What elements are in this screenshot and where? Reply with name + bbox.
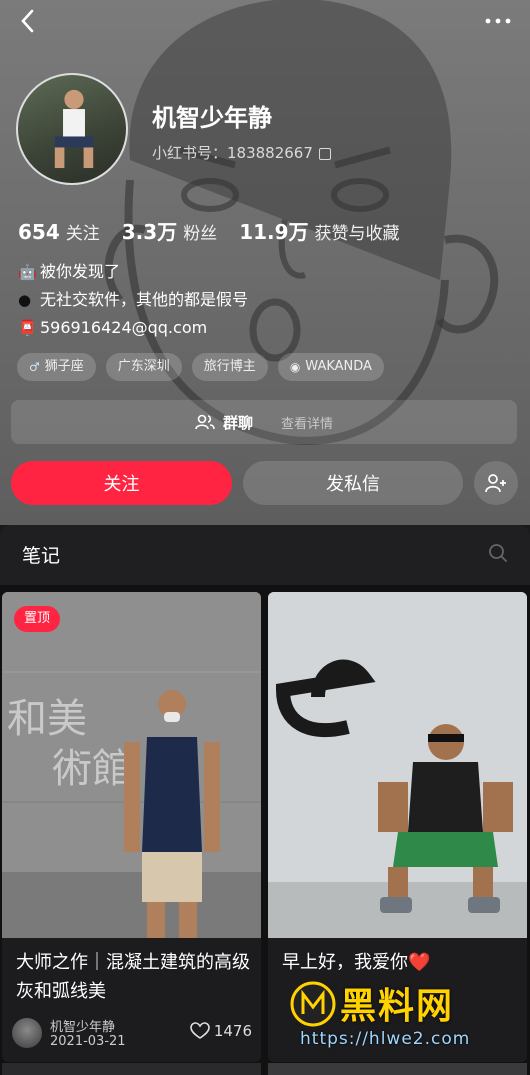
back-button[interactable]: [14, 6, 44, 36]
school-icon: ◉: [289, 360, 301, 374]
red-id-text: 小红书号：183882667: [152, 144, 313, 162]
robot-icon: 🤖: [18, 263, 37, 281]
message-button[interactable]: 发私信: [243, 461, 463, 505]
copy-icon[interactable]: [318, 147, 331, 160]
avatar[interactable]: [16, 73, 128, 185]
note-card[interactable]: 和美 術館 置顶 大师之作｜混凝土建筑的高级灰和弧线美 机智少年静 2021-0…: [2, 592, 261, 1062]
svg-text:術館: 術館: [52, 746, 132, 792]
bio: 🤖 被你发现了 ● 无社交软件，其他的都是假号 📮 596916424@qq.c…: [18, 258, 248, 342]
author-avatar[interactable]: [12, 1018, 42, 1048]
add-user-icon: [485, 474, 506, 493]
bio-text: 被你发现了: [40, 262, 121, 281]
stat-followers[interactable]: 3.3万 粉丝: [122, 216, 217, 245]
stats-row: 654 关注 3.3万 粉丝 11.9万 获赞与收藏: [18, 216, 422, 245]
bio-line: 🤖 被你发现了: [18, 258, 248, 286]
watermark: 黑料网 https://hlwe2.com: [290, 975, 530, 1055]
red-id[interactable]: 小红书号：183882667: [152, 142, 331, 163]
group-chat-bar[interactable]: 群聊 查看详情: [11, 400, 517, 444]
watermark-logo-icon: [290, 981, 336, 1027]
notes-tab-bar: 笔记: [0, 525, 530, 585]
note-photo: [268, 592, 527, 938]
search-icon[interactable]: [488, 543, 508, 563]
tag-zodiac[interactable]: ♂ 狮子座: [17, 353, 96, 381]
follow-button[interactable]: 关注: [11, 461, 232, 505]
stat-label: 关注: [65, 224, 100, 244]
male-icon: ♂: [29, 360, 40, 374]
stat-num: 654: [18, 220, 60, 244]
heart-icon: [190, 1022, 210, 1039]
next-row-card-right: [268, 1063, 527, 1075]
note-date: 2021-03-21: [50, 1034, 126, 1049]
tag-label: 旅行博主: [203, 359, 256, 374]
watermark-title: 黑料网: [340, 986, 455, 1027]
group-chat-details: 查看详情: [281, 416, 334, 432]
note-footer: 机智少年静 2021-03-21 1476: [12, 1012, 252, 1052]
add-friend-button[interactable]: [474, 461, 518, 505]
author-name[interactable]: 机智少年静: [50, 1016, 115, 1035]
note-title: 早上好，我爱你❤️: [282, 952, 431, 973]
chevron-left-icon: [21, 9, 34, 33]
bio-line: ● 无社交软件，其他的都是假号: [18, 286, 248, 314]
like-button[interactable]: 1476: [190, 1022, 252, 1040]
note-title: 大师之作｜混凝土建筑的高级灰和弧线美: [16, 952, 250, 1002]
stat-num: 3.3万: [121, 220, 178, 244]
svg-text:和美: 和美: [7, 696, 87, 742]
more-dots-icon: [485, 18, 511, 24]
next-row-card-left: [2, 1063, 261, 1075]
squatting-man-photo: [268, 592, 527, 938]
tag-label: WAKANDA: [305, 359, 372, 374]
tag-label: 狮子座: [44, 359, 84, 374]
stat-likes[interactable]: 11.9万 获赞与收藏: [239, 216, 399, 245]
museum-wall-photo: 和美 術館: [2, 592, 261, 938]
like-count: 1476: [213, 1022, 252, 1040]
black-dot-icon: ●: [18, 291, 32, 309]
group-chat-label: 群聊: [222, 413, 253, 432]
tab-notes[interactable]: 笔记: [22, 541, 60, 568]
tag-occupation[interactable]: 旅行博主: [191, 353, 268, 381]
stat-num: 11.9万: [239, 220, 309, 244]
username: 机智少年静: [152, 104, 272, 132]
bio-text: 无社交软件，其他的都是假号: [40, 290, 249, 309]
stat-label: 获赞与收藏: [314, 224, 400, 244]
stat-following[interactable]: 654 关注: [18, 219, 100, 244]
mailbox-icon: 📮: [18, 319, 37, 337]
tag-label: 广东深圳: [117, 359, 170, 374]
bio-text: 596916424@qq.com: [40, 318, 208, 337]
group-icon: [195, 414, 215, 430]
more-button[interactable]: [484, 8, 512, 28]
person-photo: [54, 89, 94, 169]
watermark-url: https://hlwe2.com: [300, 1029, 471, 1049]
stat-label: 粉丝: [183, 224, 218, 244]
note-photo: 和美 術館 置顶: [2, 592, 261, 938]
tag-school[interactable]: ◉ WAKANDA: [277, 353, 384, 381]
tag-location[interactable]: 广东深圳: [105, 353, 182, 381]
profile-header: 机智少年静 小红书号：183882667 654 关注 3.3万 粉丝 11.9…: [0, 0, 530, 525]
profile-tags: ♂ 狮子座 广东深圳 旅行博主 ◉ WAKANDA: [17, 353, 384, 381]
bio-line: 📮 596916424@qq.com: [18, 314, 248, 342]
pinned-badge: 置顶: [14, 606, 61, 632]
